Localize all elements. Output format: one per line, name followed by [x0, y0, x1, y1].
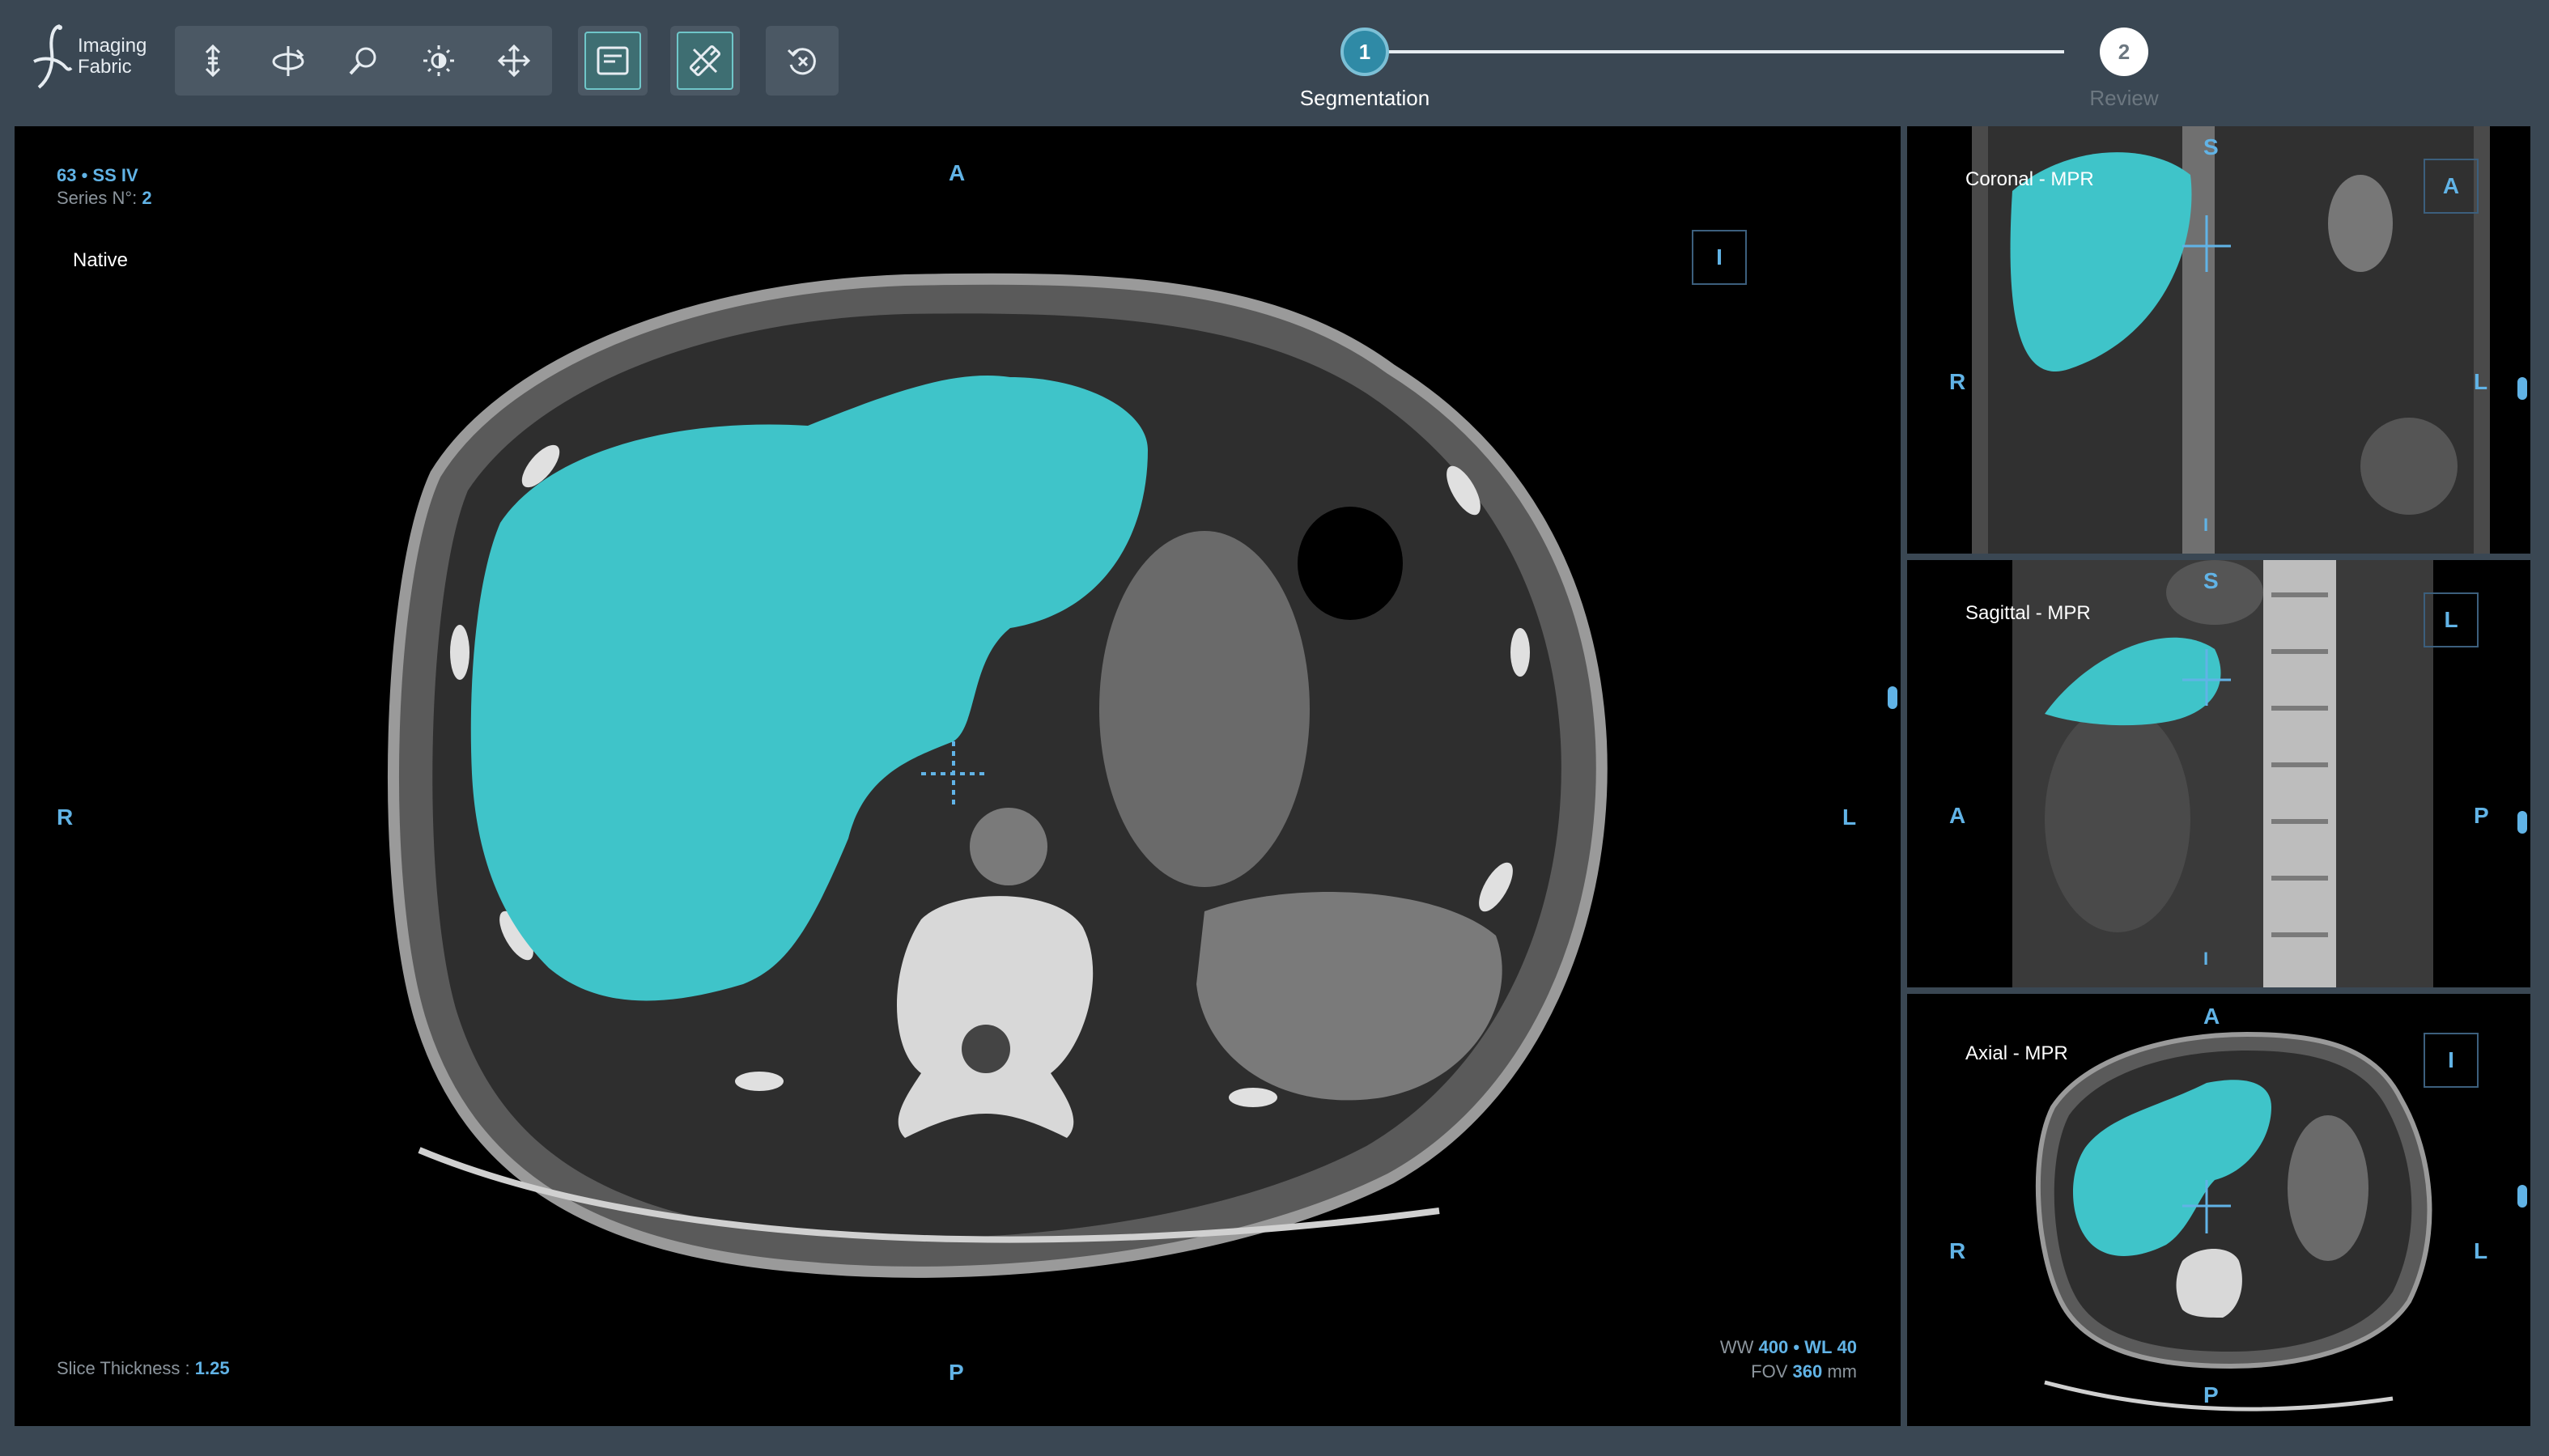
sagittal-orient-bottom: I: [2203, 949, 2209, 969]
step-2-circle[interactable]: 2: [2100, 28, 2148, 76]
main-orient-bottom: P: [949, 1360, 964, 1385]
sagittal-orient-right: P: [2474, 803, 2489, 828]
app-logo: Imaging Fabric: [28, 19, 157, 94]
main-viewport[interactable]: 63 • SS IV Series N°: 2 Native A P R L I…: [15, 126, 1901, 1426]
logo-line-1: Imaging: [78, 35, 147, 57]
coronal-orient-box[interactable]: A: [2424, 159, 2479, 214]
main-ct-image: [388, 273, 1608, 1278]
coronal-slice-handle[interactable]: [2517, 377, 2527, 400]
coronal-title: Coronal - MPR: [1965, 168, 2094, 190]
rotate-icon: [272, 46, 304, 76]
rotate-tool-button[interactable]: [250, 26, 325, 96]
axial-orient-top: A: [2203, 1004, 2220, 1029]
slice-thickness-label: Slice Thickness :: [57, 1358, 190, 1378]
brightness-tool-button[interactable]: [401, 26, 477, 96]
sagittal-title: Sagittal - MPR: [1965, 602, 2091, 624]
axial-orient-right: L: [2474, 1238, 2488, 1263]
ww-value: 400: [1758, 1337, 1789, 1357]
reset-toolgroup: [766, 26, 839, 96]
step-1-circle[interactable]: 1: [1340, 28, 1389, 76]
axial-orient-left: R: [1949, 1238, 1966, 1263]
coronal-orient-bottom: I: [2203, 515, 2209, 535]
axial-title: Axial - MPR: [1965, 1042, 2068, 1064]
reset-icon: [787, 48, 816, 75]
axial-slice-handle[interactable]: [2517, 1185, 2527, 1208]
main-orient-left: R: [57, 804, 74, 830]
fov-label: FOV: [1751, 1361, 1788, 1382]
sagittal-orient-top: S: [2203, 568, 2219, 593]
measure-toggle-button[interactable]: [677, 32, 733, 90]
slice-thickness-value: 1.25: [194, 1358, 230, 1378]
main-slice-handle[interactable]: [1888, 686, 1897, 709]
series-label: Series N°:: [57, 188, 138, 208]
step-1-label[interactable]: Segmentation: [1300, 86, 1430, 111]
annotations-icon: [597, 46, 629, 75]
patient-label: 63 • SS IV: [57, 165, 138, 185]
sagittal-orient-left: A: [1949, 803, 1966, 828]
sagittal-slice-handle[interactable]: [2517, 811, 2527, 834]
scroll-icon: [205, 44, 220, 78]
navigation-toolgroup: [175, 26, 552, 96]
coronal-orient-top: S: [2203, 134, 2219, 159]
mode-label: Native: [73, 249, 129, 271]
main-orient-box[interactable]: I: [1692, 230, 1747, 285]
logo-line-2: Fabric: [78, 56, 132, 78]
measure-icon: [689, 45, 721, 77]
fov-unit: mm: [1827, 1361, 1857, 1382]
stepper-line: [1368, 50, 2064, 53]
main-orient-top: A: [949, 160, 966, 185]
wl-value: 40: [1837, 1337, 1857, 1357]
top-bar: Imaging Fabric 1 2 Segmentation Review: [0, 0, 2549, 123]
coronal-orient-left: R: [1949, 369, 1966, 394]
main-orient-right: L: [1842, 804, 1857, 830]
axial-viewport[interactable]: Axial - MPR A P R L I: [1907, 994, 2530, 1426]
annotations-toolgroup: [578, 26, 648, 96]
coronal-viewport[interactable]: Coronal - MPR S I R L A: [1907, 126, 2530, 554]
measure-toolgroup: [670, 26, 740, 96]
brightness-icon: [423, 45, 455, 76]
zoom-icon: [349, 47, 376, 75]
reset-button[interactable]: [766, 26, 839, 96]
slice-thickness-info: Slice Thickness : 1.25: [57, 1358, 230, 1379]
window-level-info: WW 400 • WL 40: [1720, 1337, 1857, 1358]
pan-icon: [498, 44, 531, 78]
series-value: 2: [142, 188, 152, 208]
ww-label: WW: [1719, 1337, 1754, 1357]
scroll-tool-button[interactable]: [175, 26, 250, 96]
sagittal-viewport[interactable]: Sagittal - MPR S I A P L: [1907, 560, 2530, 987]
fov-value: 360: [1792, 1361, 1823, 1382]
imaging-fabric-logo-icon: [33, 24, 73, 89]
pan-tool-button[interactable]: [477, 26, 552, 96]
axial-orient-bottom: P: [2203, 1382, 2219, 1407]
annotations-toggle-button[interactable]: [584, 32, 641, 90]
zoom-tool-button[interactable]: [325, 26, 401, 96]
coronal-orient-right: L: [2474, 369, 2488, 394]
axial-orient-box[interactable]: I: [2424, 1033, 2479, 1088]
step-2-label[interactable]: Review: [2089, 86, 2158, 111]
patient-info: 63 • SS IV: [57, 165, 138, 186]
wl-label: • WL: [1793, 1337, 1833, 1357]
sagittal-orient-box[interactable]: L: [2424, 592, 2479, 647]
series-info: Series N°: 2: [57, 188, 152, 209]
fov-info: FOV 360 mm: [1751, 1361, 1857, 1382]
workflow-stepper: 1 2 Segmentation Review: [1295, 26, 2159, 115]
